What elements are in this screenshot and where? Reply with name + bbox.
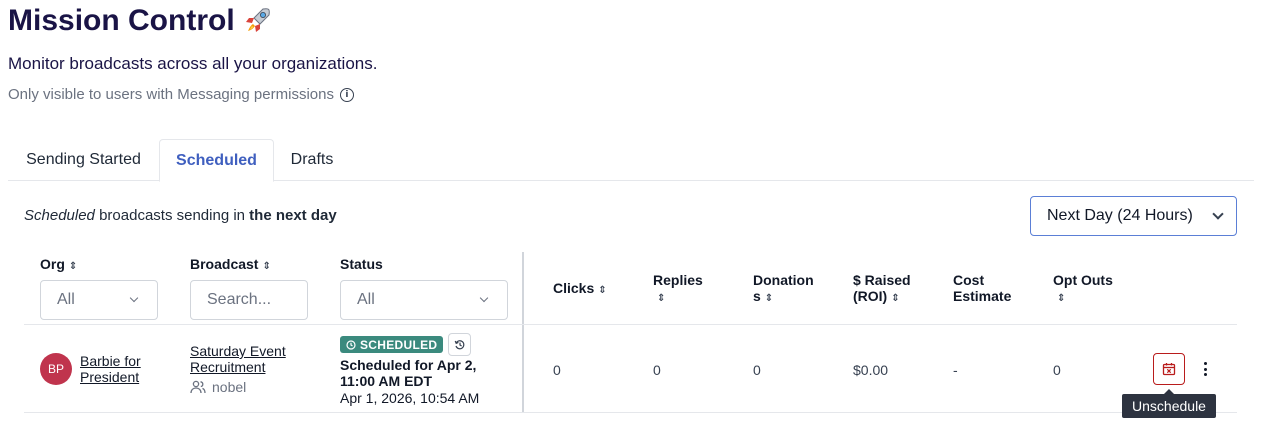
broadcast-name-line2: Recruitment xyxy=(190,359,266,375)
column-header-donations[interactable]: Donation s ⇕ xyxy=(753,272,814,307)
column-header-org[interactable]: Org ⇕ xyxy=(40,256,77,275)
optouts-value: 0 xyxy=(1053,362,1061,378)
column-header-donations-label-2: s xyxy=(753,288,761,304)
column-header-broadcast-label: Broadcast xyxy=(190,256,259,272)
description-bold: the next day xyxy=(249,207,337,224)
sort-icon: ⇕ xyxy=(764,293,774,304)
status-filter-value: All xyxy=(357,291,375,308)
tab-drafts[interactable]: Drafts xyxy=(274,139,350,181)
column-header-clicks[interactable]: Clicks ⇕ xyxy=(553,280,607,299)
unschedule-tooltip: Unschedule xyxy=(1122,389,1216,418)
sort-icon: ⇕ xyxy=(262,261,271,272)
more-options-icon[interactable] xyxy=(1202,362,1208,376)
status-badge-label: SCHEDULED xyxy=(360,337,438,352)
sort-icon: ⇕ xyxy=(891,293,900,304)
broadcast-name-line1: Saturday Event xyxy=(190,343,286,359)
column-header-broadcast[interactable]: Broadcast ⇕ xyxy=(190,256,271,275)
sort-icon: ⇕ xyxy=(1057,293,1066,304)
replies-value: 0 xyxy=(653,362,661,378)
column-header-cost-label: Cost xyxy=(953,272,985,288)
column-header-org-label: Org xyxy=(40,256,65,272)
column-header-raised-label-2: (ROI) xyxy=(853,288,888,304)
page-subtitle: Monitor broadcasts across all your organ… xyxy=(8,54,378,73)
clicks-value: 0 xyxy=(553,362,561,378)
header-divider xyxy=(24,324,1237,325)
page-title-text: Mission Control xyxy=(8,4,235,37)
sort-icon: ⇕ xyxy=(598,285,607,296)
rocket-icon xyxy=(245,8,270,32)
row-divider xyxy=(24,412,1237,413)
donations-value: 0 xyxy=(753,362,761,378)
org-avatar: BP xyxy=(40,353,72,385)
users-icon xyxy=(190,380,206,394)
org-filter-select[interactable]: All xyxy=(40,280,158,320)
column-divider xyxy=(522,252,524,412)
org-name-line2: President xyxy=(80,369,140,385)
sort-icon: ⇕ xyxy=(657,293,666,304)
created-date: Apr 1, 2026, 10:54 AM xyxy=(340,390,480,406)
chevron-down-icon xyxy=(129,293,139,303)
sort-icon: ⇕ xyxy=(68,261,78,272)
raised-value: $0.00 xyxy=(853,362,889,378)
tab-scheduled[interactable]: Scheduled xyxy=(159,139,274,182)
scheduled-time: Scheduled for Apr 2, 11:00 AM EDT xyxy=(340,357,476,389)
column-header-status-label: Status xyxy=(340,256,383,272)
permission-note: Only visible to users with Messaging per… xyxy=(8,86,354,103)
column-header-clicks-label: Clicks xyxy=(553,280,595,296)
time-range-select[interactable]: Next Day (24 Hours) xyxy=(1030,196,1237,236)
scheduled-time-line1: Scheduled for Apr 2, xyxy=(340,357,477,373)
chevron-down-icon xyxy=(1212,208,1224,220)
cost-value: - xyxy=(953,362,958,378)
scheduled-time-line2: 11:00 AM EDT xyxy=(340,373,433,389)
status-filter-select[interactable]: All xyxy=(340,280,508,320)
status-badge: SCHEDULED xyxy=(340,336,444,353)
chevron-down-icon xyxy=(479,293,489,303)
broadcast-search-input[interactable] xyxy=(207,291,307,309)
broadcast-author: nobel xyxy=(190,379,246,395)
column-header-optouts[interactable]: Opt Outs ⇕ xyxy=(1053,272,1113,307)
column-header-status: Status xyxy=(340,256,383,272)
tab-bar: Sending Started Scheduled Drafts xyxy=(8,139,1254,182)
column-header-donations-label: Donation xyxy=(753,272,814,288)
org-filter-value: All xyxy=(57,291,75,308)
page-title: Mission Control xyxy=(8,4,273,38)
column-header-replies[interactable]: Replies ⇕ xyxy=(653,272,703,307)
org-link[interactable]: Barbie for President xyxy=(80,353,141,385)
schedule-history-button[interactable] xyxy=(448,333,471,356)
author-name: nobel xyxy=(212,379,247,395)
unschedule-button[interactable] xyxy=(1153,353,1185,385)
history-icon xyxy=(454,339,464,349)
clock-icon xyxy=(346,339,356,350)
permission-note-text: Only visible to users with Messaging per… xyxy=(8,86,334,103)
description-middle: broadcasts sending in xyxy=(94,207,250,224)
info-icon[interactable]: i xyxy=(339,87,354,102)
column-header-cost: Cost Estimate xyxy=(953,272,1011,304)
column-header-cost-label-2: Estimate xyxy=(953,288,1012,304)
description-italic: Scheduled xyxy=(24,207,95,224)
column-header-raised[interactable]: $ Raised (ROI) ⇕ xyxy=(853,272,911,307)
broadcast-search-field[interactable] xyxy=(190,280,308,320)
list-description: Scheduled broadcasts sending in the next… xyxy=(24,207,337,224)
broadcast-link[interactable]: Saturday Event Recruitment xyxy=(190,343,286,375)
column-header-replies-label: Replies xyxy=(653,272,703,288)
time-range-value: Next Day (24 Hours) xyxy=(1047,207,1193,224)
column-header-raised-label: $ Raised xyxy=(853,272,911,288)
org-name-line1: Barbie for xyxy=(80,353,141,369)
column-header-optouts-label: Opt Outs xyxy=(1053,272,1113,288)
tab-sending-started[interactable]: Sending Started xyxy=(8,139,159,181)
calendar-x-icon xyxy=(1162,363,1176,376)
